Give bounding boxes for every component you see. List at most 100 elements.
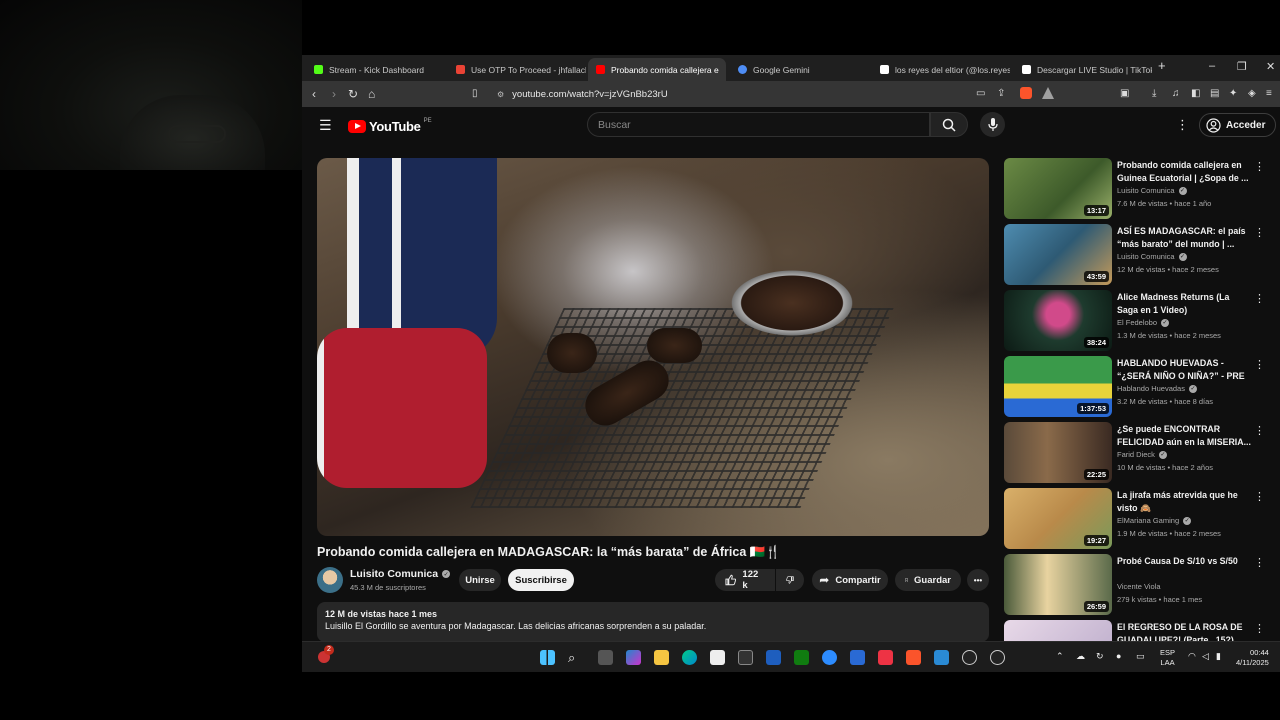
sidebar-icon[interactable]: ◧ [1191, 87, 1200, 101]
recommended-video[interactable]: 22:25 ¿Se puede ENCONTRAR FELICIDAD aún … [1004, 422, 1270, 484]
more-options-icon[interactable]: ⋮ [1254, 358, 1265, 371]
file-explorer-icon[interactable] [654, 650, 669, 665]
wifi-icon[interactable]: ◠ [1188, 651, 1196, 661]
mic-tray-icon[interactable]: ● [1116, 651, 1121, 661]
video-thumbnail[interactable]: 1:37:53 [1004, 356, 1112, 417]
dislike-button[interactable] [776, 569, 804, 591]
recommended-title[interactable]: Alice Madness Returns (La Saga en 1 Vide… [1117, 291, 1252, 316]
url-field[interactable]: ⚙ youtube.com/watch?v=jzVGnBb23rU [497, 85, 982, 103]
maximize-button[interactable]: ❐ [1237, 60, 1247, 73]
recommended-video[interactable]: 19:27 La jirafa más atrevida que he vist… [1004, 488, 1270, 550]
recommended-title[interactable]: El REGRESO DE LA ROSA DE GUADALUPE?! (Pa… [1117, 621, 1252, 642]
more-options-icon[interactable]: ⋮ [1254, 556, 1265, 569]
more-actions-button[interactable]: ••• [967, 569, 989, 591]
subscribe-button[interactable]: Suscribirse [508, 569, 574, 591]
video-thumbnail[interactable] [1004, 620, 1112, 642]
windows-start-icon[interactable] [540, 650, 555, 665]
app-icon[interactable] [738, 650, 753, 665]
recommended-video[interactable]: 43:59 ASÍ ES MADAGASCAR: el país “más ba… [1004, 224, 1270, 286]
brave-rewards-icon[interactable] [1042, 87, 1054, 99]
cast-icon[interactable]: ▭ [976, 87, 985, 101]
search-button[interactable] [930, 112, 968, 137]
recommended-video[interactable]: 13:17 Probando comida callejera en Guine… [1004, 158, 1270, 220]
reload-icon[interactable]: ↻ [348, 87, 358, 101]
tab-kick[interactable]: Stream - Kick Dashboard [306, 58, 444, 81]
edge-icon[interactable] [682, 650, 697, 665]
recommended-channel[interactable]: Luisito Comunica ✓ [1117, 252, 1187, 261]
more-options-icon[interactable]: ⋮ [1254, 424, 1265, 437]
recommended-video[interactable]: El REGRESO DE LA ROSA DE GUADALUPE?! (Pa… [1004, 620, 1270, 642]
download-icon[interactable]: ⤓ [1152, 87, 1156, 101]
voice-search-button[interactable] [980, 112, 1005, 137]
menu-icon[interactable]: ≡ [1266, 87, 1272, 101]
minimize-button[interactable]: – [1209, 60, 1215, 72]
channel-name[interactable]: Luisito Comunica ✓ [350, 568, 451, 580]
more-options-icon[interactable]: ⋮ [1176, 117, 1189, 133]
video-thumbnail[interactable]: 26:59 [1004, 554, 1112, 615]
app-icon[interactable] [934, 650, 949, 665]
wallet-icon[interactable]: ▤ [1210, 87, 1219, 101]
obs-icon[interactable] [962, 650, 977, 665]
brave-shield-icon[interactable] [1020, 87, 1032, 99]
video-thumbnail[interactable]: 22:25 [1004, 422, 1112, 483]
share-button[interactable]: ➦ Compartir [812, 569, 888, 591]
cloud-icon[interactable]: ☁ [1076, 651, 1085, 661]
recommended-video[interactable]: 38:24 Alice Madness Returns (La Saga en … [1004, 290, 1270, 352]
search-taskbar-icon[interactable]: ⌕ [568, 650, 583, 665]
extensions-icon[interactable]: ▣ [1120, 87, 1129, 101]
site-info-icon[interactable]: ⚙ [497, 90, 504, 99]
video-thumbnail[interactable]: 19:27 [1004, 488, 1112, 549]
tab-tiktok-profile[interactable]: los reyes del eltior (@los.reyes.d [872, 58, 1010, 81]
share-icon[interactable]: ⇪ [997, 87, 1005, 101]
close-tab-icon[interactable]: ✕ [725, 64, 726, 75]
language-indicator[interactable]: ESP LAA [1160, 648, 1175, 668]
forward-icon[interactable]: › [332, 87, 336, 101]
video-thumbnail[interactable]: 13:17 [1004, 158, 1112, 219]
back-icon[interactable]: ‹ [312, 87, 316, 101]
video-thumbnail[interactable]: 38:24 [1004, 290, 1112, 351]
more-options-icon[interactable]: ⋮ [1254, 160, 1265, 173]
display-icon[interactable]: ▭ [1136, 651, 1145, 661]
recommended-channel[interactable]: Vicente Viola [1117, 582, 1161, 591]
tab-youtube-active[interactable]: Probando comida callejera e ✕ [588, 58, 726, 81]
close-window-button[interactable]: ✕ [1266, 60, 1275, 73]
leo-icon[interactable]: ✦ [1229, 87, 1237, 101]
recommended-title[interactable]: ASÍ ES MADAGASCAR: el país “más barato” … [1117, 225, 1252, 250]
zoom-icon[interactable] [822, 650, 837, 665]
sync-icon[interactable]: ↻ [1096, 651, 1104, 661]
app-icon[interactable] [766, 650, 781, 665]
battery-icon[interactable]: ▮ [1216, 651, 1221, 661]
app-icon[interactable] [850, 650, 865, 665]
recommended-title[interactable]: La jirafa más atrevida que he visto 🙈 [1117, 489, 1252, 514]
music-icon[interactable]: ♫ [1172, 87, 1180, 101]
tab-tiktok-studio[interactable]: Descargar LIVE Studio | TikTok [1014, 58, 1152, 81]
more-options-icon[interactable]: ⋮ [1254, 292, 1265, 305]
signin-button[interactable]: Acceder [1199, 113, 1277, 137]
channel-avatar[interactable] [317, 567, 343, 593]
tab-gemini[interactable]: Google Gemini [730, 58, 868, 81]
bookmark-icon[interactable]: ▯ [472, 87, 478, 101]
search-input[interactable]: Buscar [587, 112, 930, 137]
video-player[interactable] [317, 158, 989, 536]
recommended-channel[interactable]: Hablando Huevadas ✓ [1117, 384, 1197, 393]
recommended-channel[interactable]: ElMariana Gaming ✓ [1117, 516, 1192, 525]
join-button[interactable]: Unirse [459, 569, 501, 591]
tray-chevron-icon[interactable]: ⌃ [1056, 651, 1064, 661]
video-thumbnail[interactable]: 43:59 [1004, 224, 1112, 285]
recommended-video[interactable]: 26:59 Probé Causa De S/10 vs S/50 Vicent… [1004, 554, 1270, 616]
app-icon[interactable] [990, 650, 1005, 665]
vpn-icon[interactable]: ◈ [1248, 87, 1256, 101]
clock[interactable]: 00:44 4/11/2025 [1236, 648, 1269, 668]
app-icon[interactable] [878, 650, 893, 665]
more-options-icon[interactable]: ⋮ [1254, 226, 1265, 239]
recommended-title[interactable]: ¿Se puede ENCONTRAR FELICIDAD aún en la … [1117, 423, 1252, 448]
xbox-icon[interactable] [794, 650, 809, 665]
tab-gmail[interactable]: Use OTP To Proceed - jhfallach@ [448, 58, 586, 81]
save-button[interactable]: Guardar [895, 569, 961, 591]
recommended-title[interactable]: HABLANDO HUEVADAS - “¿SERÁ NIÑO O NIÑA?”… [1117, 357, 1252, 382]
recommended-title[interactable]: Probé Causa De S/10 vs S/50 [1117, 555, 1252, 568]
more-options-icon[interactable]: ⋮ [1254, 622, 1265, 635]
brave-icon[interactable] [906, 650, 921, 665]
youtube-logo[interactable]: YouTube PE [348, 118, 432, 134]
description-box[interactable]: 12 M de vistas hace 1 mes Luisillo El Go… [317, 602, 989, 642]
